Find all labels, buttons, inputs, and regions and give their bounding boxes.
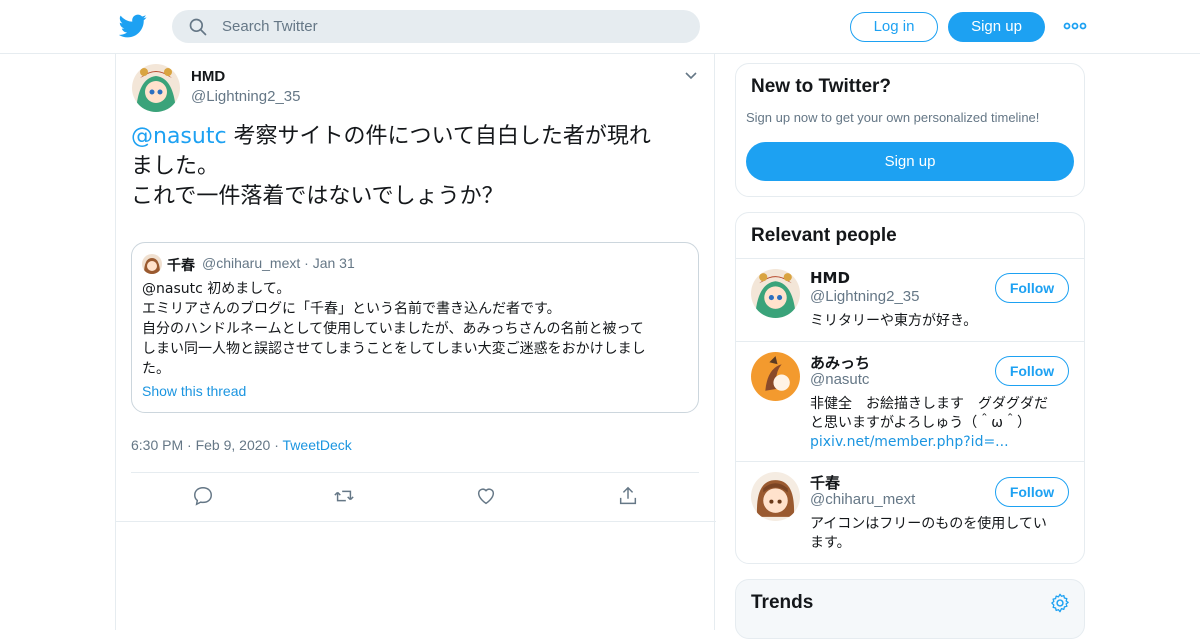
tweet-meta: 6:30 PM · Feb 9, 2020 · TweetDeck (131, 437, 352, 453)
person-bio: アイコンはフリーのものを使用してい ます。 (810, 515, 1072, 553)
sidebar-signup-button[interactable]: Sign up (746, 142, 1074, 181)
avatar[interactable] (751, 352, 800, 401)
quote-line: @nasutc 初めまして。 (142, 281, 291, 297)
bio-line: アイコンはフリーのものを使用してい (810, 516, 1047, 532)
divider (736, 258, 1084, 259)
quote-handle-text: @chiharu_mext (202, 255, 301, 271)
tweet-text-line: これで一件落着ではないでしょうか？ (131, 184, 504, 209)
card-subtitle: Sign up now to get your own personalized… (746, 110, 1040, 125)
card-title: New to Twitter? (751, 76, 892, 97)
more-dots-icon[interactable] (1063, 20, 1087, 32)
tweet-date[interactable]: Feb 9, 2020 (196, 437, 271, 453)
like-icon[interactable] (475, 485, 497, 507)
avatar[interactable] (751, 472, 800, 521)
bio-link[interactable]: pixiv.net/member.php?id=... (810, 434, 1009, 450)
top-bar: Search Twitter Log in Sign up (0, 0, 1200, 54)
divider (736, 341, 1084, 342)
search-box[interactable]: Search Twitter (172, 10, 700, 43)
reply-icon[interactable] (192, 485, 214, 507)
trends-card: Trends (735, 579, 1085, 639)
card-title: Relevant people (751, 225, 897, 246)
quote-author-handle: @chiharu_mext · Jan 31 (202, 255, 355, 271)
quote-date: Jan 31 (312, 255, 355, 271)
quoted-tweet[interactable]: 千春 @chiharu_mext · Jan 31 @nasutc 初めまして。… (131, 242, 699, 413)
divider (736, 461, 1084, 462)
quote-line: た。 (142, 361, 170, 377)
retweet-icon[interactable] (333, 485, 355, 507)
person-bio: 非健全 お絵描きします グダグダだ と思いますがよろしゅう（＾ω＾） pixiv… (810, 395, 1072, 452)
quote-text: @nasutc 初めまして。 エミリアさんのブログに「千春」という名前で書き込ん… (142, 279, 690, 379)
login-button[interactable]: Log in (850, 12, 938, 42)
separator: · (274, 437, 279, 453)
tweet-time[interactable]: 6:30 PM (131, 437, 183, 453)
bio-line: ます。 (810, 535, 851, 551)
quote-avatar (142, 254, 162, 274)
tweet-text-line: ました。 (131, 154, 220, 179)
avatar[interactable] (132, 64, 180, 112)
separator: · (304, 255, 309, 271)
tweet-source-link[interactable]: TweetDeck (283, 437, 352, 453)
search-icon (189, 18, 207, 36)
chevron-down-icon[interactable] (684, 71, 698, 81)
divider (131, 472, 699, 473)
show-thread-link[interactable]: Show this thread (142, 383, 246, 399)
author-name[interactable]: HMD (191, 68, 225, 85)
follow-button[interactable]: Follow (995, 356, 1069, 386)
person-handle[interactable]: @nasutc (810, 371, 869, 388)
quote-author-name: 千春 (167, 258, 195, 274)
person-handle[interactable]: @chiharu_mext (810, 491, 915, 508)
tweet-text-line: 考察サイトの件について自白した者が現れ (226, 124, 651, 149)
twitter-bird-icon[interactable] (119, 12, 147, 40)
tweet-column: HMD @Lightning2_35 @nasutc 考察サイトの件について自白… (115, 54, 716, 630)
separator: · (187, 437, 192, 453)
person-name[interactable]: HMD (810, 269, 850, 287)
person-name[interactable]: 千春 (810, 472, 840, 493)
quote-line: エミリアさんのブログに「千春」という名前で書き込んだ者です。 (142, 301, 561, 317)
follow-button[interactable]: Follow (995, 273, 1069, 303)
gear-icon[interactable] (1049, 592, 1071, 614)
follow-button[interactable]: Follow (995, 477, 1069, 507)
share-icon[interactable] (617, 485, 639, 507)
person-handle[interactable]: @Lightning2_35 (810, 288, 919, 305)
bio-line: 非健全 お絵描きします グダグダだ (810, 396, 1048, 412)
author-handle[interactable]: @Lightning2_35 (191, 88, 300, 105)
relevant-people-card: Relevant people HMD @Lightning2_35 Follo… (735, 212, 1085, 564)
new-to-twitter-card: New to Twitter? Sign up now to get your … (735, 63, 1085, 197)
quote-line: 自分のハンドルネームとして使用していましたが、あみっちさんの名前と被って (142, 321, 644, 337)
bio-line: と思いますがよろしゅう（＾ω＾） (810, 415, 1032, 431)
avatar[interactable] (751, 269, 800, 318)
quote-line: しまい同一人物と誤認させてしまうことをしてしまい大変ご迷惑をおかけしまし (142, 341, 646, 357)
actions-divider (116, 521, 716, 522)
signup-button[interactable]: Sign up (948, 12, 1045, 42)
person-name[interactable]: あみっち (810, 352, 870, 373)
card-title: Trends (751, 592, 814, 613)
search-input[interactable]: Search Twitter (222, 18, 318, 35)
person-bio: ミリタリーや東方が好き。 (810, 313, 978, 329)
mention-link[interactable]: @nasutc (131, 124, 227, 149)
tweet-text: @nasutc 考察サイトの件について自白した者が現れ ました。 これで一件落着… (131, 122, 691, 212)
